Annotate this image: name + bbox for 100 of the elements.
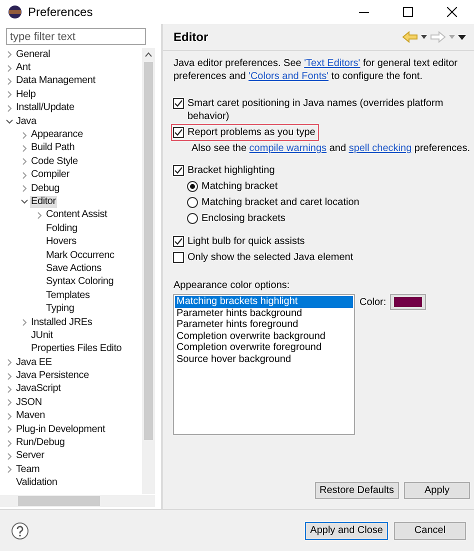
dialog-button[interactable]: Apply and Close bbox=[305, 522, 388, 540]
checkbox[interactable] bbox=[173, 127, 184, 138]
checkbox[interactable] bbox=[173, 98, 184, 109]
tree-item[interactable]: Team bbox=[15, 464, 41, 476]
tree-item[interactable]: Code Style bbox=[30, 156, 79, 168]
collapsed-chevron-icon[interactable] bbox=[6, 359, 13, 366]
tree-item[interactable]: Help bbox=[15, 88, 37, 101]
collapsed-chevron-icon[interactable] bbox=[6, 51, 13, 58]
tree-item[interactable]: Syntax Coloring bbox=[45, 276, 115, 288]
link[interactable]: spell checking bbox=[348, 143, 412, 154]
checkbox-label[interactable]: Bracket highlighting bbox=[187, 164, 275, 177]
tree-item[interactable]: Installed JREs bbox=[30, 316, 94, 328]
collapsed-chevron-icon[interactable] bbox=[6, 452, 13, 460]
tree-item[interactable]: Ant bbox=[15, 62, 32, 74]
tree-item[interactable]: Java bbox=[15, 116, 38, 128]
view-menu-icon[interactable] bbox=[458, 34, 466, 40]
tree-item[interactable]: Properties Files Edito bbox=[30, 343, 123, 356]
tree-item[interactable]: General bbox=[15, 48, 52, 61]
radio-button[interactable] bbox=[187, 181, 198, 192]
link[interactable]: 'Colors and Fonts' bbox=[248, 71, 329, 82]
collapsed-chevron-icon[interactable] bbox=[6, 372, 13, 380]
list-item[interactable]: Completion overwrite background bbox=[175, 330, 354, 342]
collapsed-chevron-icon[interactable] bbox=[6, 426, 13, 434]
collapsed-chevron-icon[interactable] bbox=[6, 412, 13, 420]
collapsed-chevron-icon[interactable] bbox=[21, 158, 28, 166]
checkbox-label[interactable]: Report problems as you type bbox=[187, 126, 316, 139]
collapsed-chevron-icon[interactable] bbox=[6, 440, 13, 447]
color-picker-button[interactable] bbox=[390, 294, 426, 310]
list-item[interactable]: Completion overwrite foreground bbox=[175, 342, 354, 354]
tree-item[interactable]: Data Management bbox=[15, 75, 96, 88]
checkbox[interactable] bbox=[173, 236, 184, 247]
tree-item[interactable]: Appearance bbox=[30, 129, 84, 142]
note-text: Also see the compile warnings and spell checking preferences. bbox=[191, 143, 470, 154]
list-item[interactable]: Parameter hints background bbox=[175, 308, 354, 319]
collapsed-chevron-icon[interactable] bbox=[6, 91, 13, 98]
checkbox-label[interactable]: Smart caret positioning in Java names (overrides platform behavior) bbox=[187, 97, 468, 123]
checkbox-label[interactable]: Only show the selected Java element bbox=[187, 251, 354, 264]
scroll-up-icon[interactable] bbox=[145, 52, 152, 57]
tree-item[interactable]: Save Actions bbox=[45, 262, 102, 275]
tree-item[interactable]: Templates bbox=[45, 290, 91, 302]
collapsed-chevron-icon[interactable] bbox=[21, 319, 28, 326]
tree-item[interactable]: Run/Debug bbox=[15, 437, 66, 450]
color-options-list[interactable]: Matching brackets highlight Parameter hints background Parameter hints foreground Completion overwrite background Completion overwrite foreground Source hover background bbox=[173, 294, 356, 435]
list-item[interactable]: Matching brackets highlight bbox=[175, 296, 354, 308]
checkbox[interactable] bbox=[173, 165, 184, 176]
tree-item[interactable]: Install/Update bbox=[15, 102, 76, 114]
collapsed-chevron-icon[interactable] bbox=[6, 104, 13, 112]
restore-defaults-button[interactable]: Restore Defaults bbox=[314, 482, 399, 499]
list-item[interactable]: Parameter hints foreground bbox=[175, 319, 354, 330]
page-title: Editor bbox=[173, 30, 210, 44]
tree-item[interactable]: Build Path bbox=[30, 142, 76, 154]
apply-button[interactable]: Apply bbox=[404, 482, 470, 499]
collapsed-chevron-icon[interactable] bbox=[6, 466, 13, 474]
tree-item[interactable]: Maven bbox=[15, 410, 46, 422]
dialog-button[interactable]: Cancel bbox=[394, 522, 466, 540]
expanded-chevron-icon[interactable] bbox=[6, 118, 13, 126]
help-icon[interactable] bbox=[11, 522, 29, 540]
checkbox[interactable] bbox=[173, 252, 184, 263]
checkbox-label[interactable]: Light bulb for quick assists bbox=[187, 235, 305, 248]
collapsed-chevron-icon[interactable] bbox=[21, 185, 28, 192]
vertical-scrollbar[interactable] bbox=[142, 48, 156, 494]
radio-label[interactable]: Enclosing brackets bbox=[201, 212, 286, 225]
tree-item[interactable]: Plug-in Development bbox=[15, 424, 106, 436]
tree-item[interactable]: JSON bbox=[15, 396, 43, 409]
collapsed-chevron-icon[interactable] bbox=[6, 399, 13, 406]
tree-item[interactable]: JavaScript bbox=[15, 383, 62, 396]
radio-label[interactable]: Matching bracket bbox=[201, 180, 278, 193]
collapsed-chevron-icon[interactable] bbox=[21, 132, 28, 139]
link[interactable]: 'Text Editors' bbox=[304, 58, 360, 69]
radio-label[interactable]: Matching bracket and caret location bbox=[201, 196, 360, 209]
tree-item[interactable]: Java Persistence bbox=[15, 370, 90, 382]
collapsed-chevron-icon[interactable] bbox=[36, 212, 43, 219]
tree-item[interactable]: Validation bbox=[15, 477, 58, 490]
tree-item[interactable]: Hovers bbox=[45, 236, 78, 248]
list-item[interactable]: Source hover background bbox=[175, 354, 354, 365]
description-text: Java editor preferences. See 'Text Editors' for general text editor preferences and 'Colors and Fonts' to configure the font. bbox=[173, 57, 458, 83]
tree-item[interactable]: Content Assist bbox=[45, 209, 108, 222]
radio-button[interactable] bbox=[187, 197, 198, 208]
tree-item[interactable]: Debug bbox=[30, 182, 60, 195]
tree-item[interactable]: Compiler bbox=[30, 169, 70, 182]
filter-field[interactable]: type filter text bbox=[6, 28, 146, 45]
collapsed-chevron-icon[interactable] bbox=[6, 78, 13, 85]
expanded-chevron-icon[interactable] bbox=[21, 198, 28, 206]
maximize-icon bbox=[403, 7, 413, 17]
tree-item[interactable]: Mark Occurrenc bbox=[45, 250, 116, 262]
link[interactable]: compile warnings bbox=[249, 143, 327, 154]
collapsed-chevron-icon[interactable] bbox=[6, 64, 13, 72]
collapsed-chevron-icon[interactable] bbox=[21, 144, 28, 152]
dropdown-icon[interactable] bbox=[421, 35, 427, 39]
radio-button[interactable] bbox=[187, 213, 198, 224]
tree-item[interactable]: JUnit bbox=[30, 330, 54, 342]
horizontal-scrollbar[interactable] bbox=[0, 495, 156, 507]
tree-item[interactable]: Typing bbox=[45, 303, 76, 316]
tree-item[interactable]: Server bbox=[15, 450, 46, 462]
collapsed-chevron-icon[interactable] bbox=[6, 386, 13, 393]
tree-item[interactable]: Java EE bbox=[15, 356, 53, 369]
tree-item[interactable]: Editor bbox=[30, 196, 57, 208]
app-logo-icon bbox=[8, 5, 22, 19]
collapsed-chevron-icon[interactable] bbox=[21, 172, 28, 179]
tree-item[interactable]: Folding bbox=[45, 222, 78, 235]
